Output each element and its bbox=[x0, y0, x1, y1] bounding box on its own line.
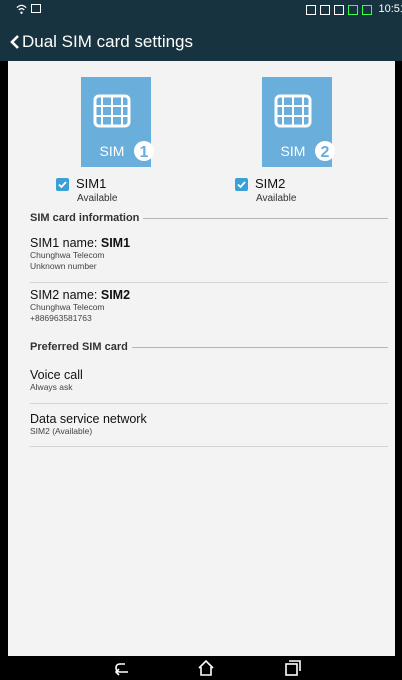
sim1-label: SIM1 bbox=[76, 176, 107, 191]
sim2-indicator-icon bbox=[348, 5, 358, 15]
sim1-name-value: SIM1 bbox=[100, 236, 131, 250]
sim1-name-item[interactable]: SIM1 name: SIM1 Chunghwa Telecom Unknown… bbox=[30, 236, 388, 272]
sim1-checkbox[interactable] bbox=[56, 178, 69, 191]
sim1-badge-number: 1 bbox=[140, 144, 149, 161]
sim-badge-icon bbox=[320, 5, 330, 15]
wifi-icon bbox=[16, 4, 27, 14]
item-divider bbox=[30, 282, 388, 283]
screen-icon bbox=[31, 4, 41, 13]
item-divider bbox=[30, 403, 388, 404]
voice-call-item[interactable]: Voice call Always ask bbox=[30, 368, 388, 393]
sim1-carrier: Chunghwa Telecom bbox=[30, 250, 105, 260]
vibrate-icon bbox=[306, 5, 316, 15]
sim2-name-line: SIM2 name: SIM2 bbox=[30, 288, 388, 302]
sim2-carrier: Chunghwa Telecom bbox=[30, 302, 105, 312]
sim1-number: Unknown number bbox=[30, 261, 97, 271]
section-divider bbox=[131, 346, 388, 348]
voice-call-title: Voice call bbox=[30, 368, 83, 382]
data-service-subtitle: SIM2 (Available) bbox=[30, 426, 93, 436]
sim2-name-item[interactable]: SIM2 name: SIM2 Chunghwa Telecom +886963… bbox=[30, 288, 388, 324]
sim1-name-prefix: SIM1 name: bbox=[30, 236, 101, 250]
preferred-sim-header: Preferred SIM card bbox=[30, 340, 388, 354]
status-time: 10:51 bbox=[378, 3, 402, 15]
sim1-name-line: SIM1 name: SIM1 bbox=[30, 236, 388, 250]
checkmark-icon bbox=[58, 181, 67, 189]
sim2-badge-number: 2 bbox=[321, 144, 330, 161]
sim2-number: +886963581763 bbox=[30, 313, 92, 323]
app-bar: Dual SIM card settings bbox=[0, 24, 402, 61]
sim1-card-graphic: SIM 1 bbox=[75, 77, 157, 167]
sim1-signal-icon bbox=[334, 5, 344, 15]
sim-info-header-text: SIM card information bbox=[30, 212, 140, 224]
sim-info-header: SIM card information bbox=[30, 211, 388, 225]
status-icons bbox=[306, 5, 372, 15]
page-title: Dual SIM card settings bbox=[22, 32, 194, 51]
settings-content: SIM 1 SIM 2 SIM1 Available SIM2 Availabl… bbox=[8, 61, 395, 656]
nav-back-icon[interactable] bbox=[112, 659, 132, 677]
item-divider bbox=[30, 446, 388, 447]
sim2-card-graphic: SIM 2 bbox=[256, 77, 338, 167]
data-service-item[interactable]: Data service network SIM2 (Available) bbox=[30, 412, 388, 437]
preferred-sim-header-text: Preferred SIM card bbox=[30, 341, 128, 353]
nav-recent-apps-icon[interactable] bbox=[282, 659, 302, 677]
battery-icon bbox=[362, 5, 372, 15]
sim2-label: SIM2 bbox=[255, 176, 286, 191]
voice-call-subtitle: Always ask bbox=[30, 382, 73, 392]
back-arrow-icon[interactable] bbox=[8, 34, 22, 50]
sim1-badge-text: SIM bbox=[100, 143, 125, 159]
navigation-bar bbox=[0, 656, 402, 680]
sim2-checkbox[interactable] bbox=[235, 178, 248, 191]
sim2-badge-text: SIM bbox=[281, 143, 306, 159]
nav-home-icon[interactable] bbox=[196, 659, 216, 677]
sim2-name-prefix: SIM2 name: bbox=[30, 288, 101, 302]
status-bar: 10:51 bbox=[0, 0, 402, 24]
section-divider bbox=[143, 217, 388, 219]
sim1-status: Available bbox=[77, 193, 118, 204]
data-service-title: Data service network bbox=[30, 412, 147, 426]
checkmark-icon bbox=[237, 181, 246, 189]
sim2-status: Available bbox=[256, 193, 297, 204]
sim2-name-value: SIM2 bbox=[100, 288, 131, 302]
